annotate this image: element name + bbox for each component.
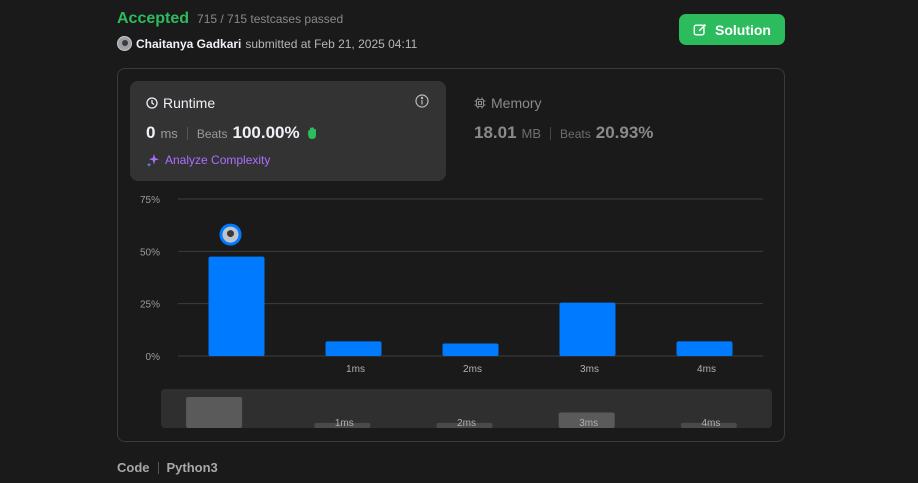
runtime-distribution-chart: 0% 25% 50% 75% 1ms 2ms 3ms 4ms 1ms 2ms 3ms 4ms	[140, 195, 772, 429]
x-tick-label: 1ms	[346, 364, 365, 375]
x-tick-label: 4ms	[697, 364, 716, 375]
solution-button[interactable]: Solution	[679, 14, 785, 45]
y-tick-label: 0%	[146, 352, 161, 363]
testcases-count: 715 / 715 testcases passed	[197, 12, 344, 26]
x-tick-label: 2ms	[463, 364, 482, 375]
y-tick-label: 25%	[140, 300, 160, 311]
submission-status: Accepted 715 / 715 testcases passed	[117, 10, 343, 28]
x-tick-label: 3ms	[580, 364, 599, 375]
language-label[interactable]: Python3	[167, 460, 218, 475]
submitted-time: submitted at Feb 21, 2025 04:11	[245, 36, 418, 51]
divider	[157, 461, 159, 474]
solution-label: Solution	[715, 21, 771, 38]
brush-tick-label: 2ms	[457, 418, 476, 429]
y-tick-label: 75%	[140, 195, 160, 206]
status-title: Accepted	[117, 10, 190, 27]
bar	[208, 256, 265, 356]
result-panel: Runtime 0 ms Beats 100.00% Analyze Compl…	[117, 68, 785, 442]
avatar[interactable]	[117, 36, 132, 51]
brush-tick-label: 1ms	[335, 418, 354, 429]
code-label: Code	[117, 460, 150, 475]
edit-icon	[693, 23, 707, 36]
submitter-info: Chaitanya Gadkari submitted at Feb 21, 2…	[117, 36, 417, 51]
bar	[325, 341, 382, 356]
brush-bar	[186, 397, 243, 428]
brush-tick-label: 3ms	[579, 418, 598, 429]
y-tick-label: 50%	[140, 247, 160, 258]
bar	[676, 341, 733, 356]
code-footer: Code Python3	[117, 460, 218, 475]
brush-tick-label: 4ms	[701, 418, 720, 429]
bar	[559, 302, 616, 356]
avatar-face	[227, 230, 234, 238]
submitter-name[interactable]: Chaitanya Gadkari	[136, 37, 241, 51]
bar	[442, 343, 499, 356]
